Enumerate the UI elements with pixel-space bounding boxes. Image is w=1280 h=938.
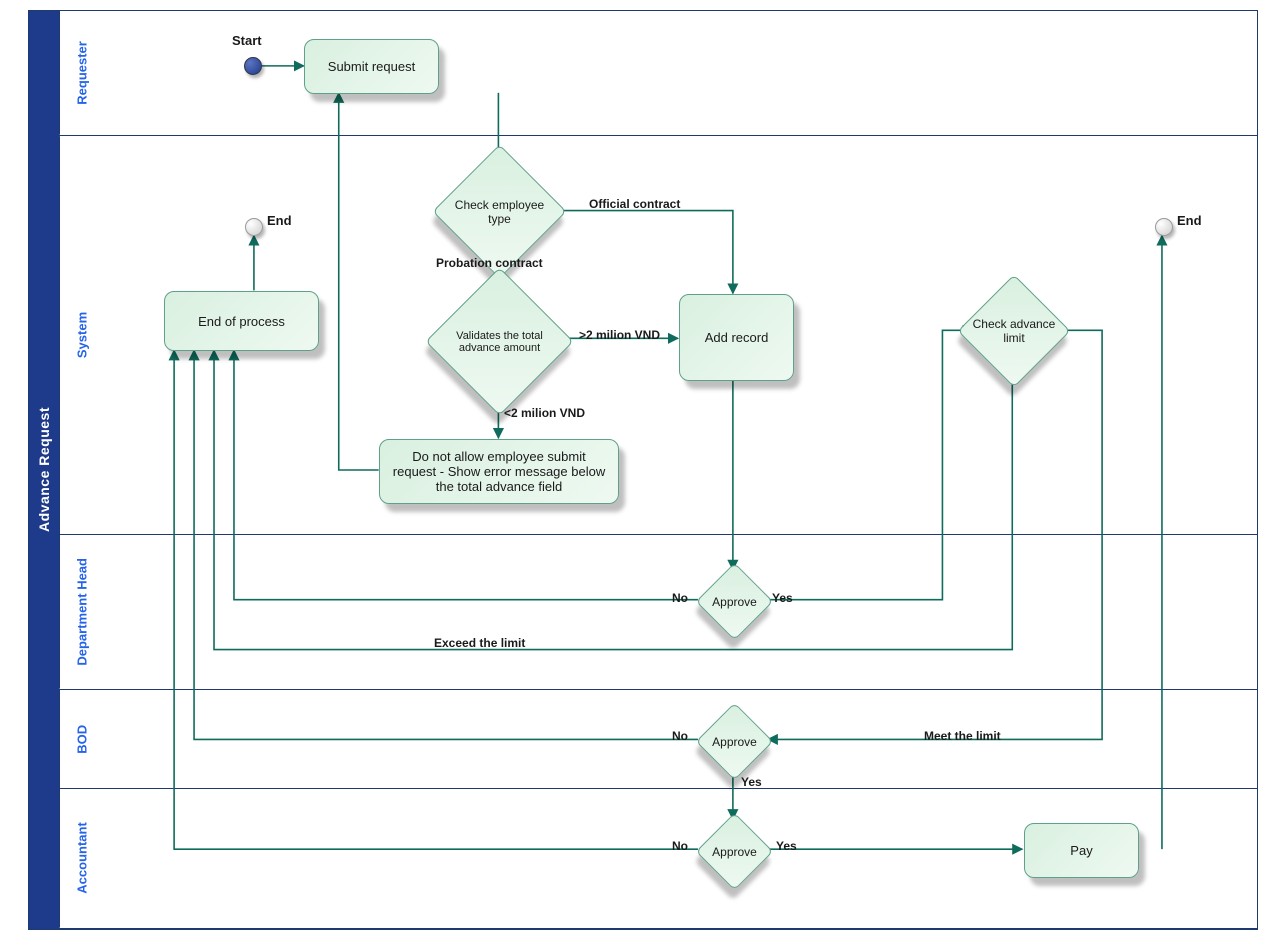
gateway-validate-amount-label: Validates the total advance amount <box>442 330 558 354</box>
edge-lt-2m: <2 milion VND <box>504 406 585 420</box>
edge-meet-limit: Meet the limit <box>924 729 1001 743</box>
diagram-canvas: Start Submit request End End End of proc… <box>104 11 1257 929</box>
task-submit-request: Submit request <box>304 39 439 94</box>
lane-label-dept: Department Head <box>59 535 104 689</box>
end-event-1-label: End <box>267 213 292 228</box>
edges-svg <box>104 11 1257 929</box>
task-end-of-process-label: End of process <box>198 314 285 329</box>
gateway-check-employee-type: Check employee type <box>452 164 547 259</box>
gateway-check-advance-limit: Check advance limit <box>974 291 1054 371</box>
gateway-bod-approve: Approve <box>707 714 762 769</box>
edge-acct-no: No <box>672 839 688 853</box>
pool-title: Advance Request <box>29 11 59 929</box>
edge-probation-contract: Probation contract <box>436 256 543 270</box>
edge-dept-no: No <box>672 591 688 605</box>
end-event-2 <box>1155 218 1173 236</box>
start-event <box>244 57 262 75</box>
gateway-check-advance-limit-label: Check advance limit <box>970 317 1058 345</box>
task-submit-request-label: Submit request <box>328 59 415 74</box>
edge-gt-2m: >2 milion VND <box>579 328 660 342</box>
edge-bod-no: No <box>672 729 688 743</box>
task-add-record-label: Add record <box>705 330 769 345</box>
end-event-1 <box>245 218 263 236</box>
edge-bod-yes: Yes <box>741 775 762 789</box>
task-pay-label: Pay <box>1070 843 1092 858</box>
task-pay: Pay <box>1024 823 1139 878</box>
lane-label-requester: Requester <box>59 11 104 135</box>
lane-label-bod: BOD <box>59 690 104 789</box>
gateway-dept-approve: Approve <box>707 574 762 629</box>
start-event-label: Start <box>232 33 262 48</box>
lane-label-system: System <box>59 136 104 534</box>
gateway-check-employee-type-label: Check employee type <box>447 198 552 226</box>
gateway-acct-approve-label: Approve <box>704 845 765 859</box>
task-add-record: Add record <box>679 294 794 381</box>
gateway-bod-approve-label: Approve <box>704 735 765 749</box>
edge-dept-yes: Yes <box>772 591 793 605</box>
lanes-container: Requester System Department Head BOD Acc… <box>59 11 1257 929</box>
gateway-validate-amount: Validates the total advance amount <box>447 289 552 394</box>
gateway-acct-approve: Approve <box>707 824 762 879</box>
lane-label-acct: Accountant <box>59 789 104 928</box>
swimlane-pool: Advance Request Requester System Departm… <box>28 10 1258 930</box>
edge-exceed-limit: Exceed the limit <box>434 636 525 650</box>
gateway-dept-approve-label: Approve <box>704 595 765 609</box>
task-end-of-process: End of process <box>164 291 319 351</box>
end-event-2-label: End <box>1177 213 1202 228</box>
task-do-not-allow-label: Do not allow employee submit request - S… <box>390 449 608 494</box>
edge-official-contract: Official contract <box>589 197 680 211</box>
task-do-not-allow: Do not allow employee submit request - S… <box>379 439 619 504</box>
edge-acct-yes: Yes <box>776 839 797 853</box>
